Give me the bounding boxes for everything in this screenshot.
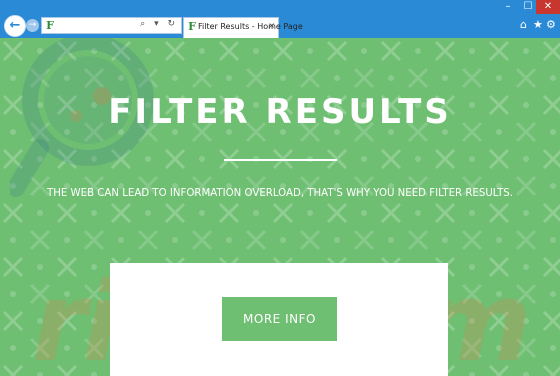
settings-gear-icon[interactable]: ⚙ (546, 18, 556, 31)
back-button[interactable]: ← (4, 15, 26, 37)
watermark-magnifier-icon (10, 38, 154, 197)
title-divider (224, 159, 337, 161)
forward-button[interactable]: → (26, 19, 39, 32)
address-bar-icons[interactable]: ⌕ ▾ ↻ (140, 19, 178, 29)
tab-filter-results[interactable]: F Filter Results - Home Page × (183, 17, 303, 38)
close-window-button[interactable]: ✕ (536, 0, 560, 14)
minimize-button[interactable]: – (498, 0, 518, 14)
address-bar[interactable]: F ⌕ ▾ ↻ (41, 17, 182, 34)
window-titlebar (0, 0, 560, 14)
maximize-button[interactable]: ☐ (518, 0, 538, 14)
page-viewport: risk.com FILTER RESULTS THE WEB CAN LEAD… (0, 38, 560, 376)
home-icon[interactable]: ⌂ (520, 18, 527, 31)
more-info-button[interactable]: MORE INFO (222, 297, 337, 341)
favorites-star-icon[interactable]: ★ (533, 18, 543, 31)
tab-close-icon[interactable]: × (268, 21, 275, 30)
cta-panel: MORE INFO (110, 263, 448, 376)
site-favicon-icon: F (46, 19, 54, 32)
tab-favicon-icon: F (188, 20, 196, 33)
page-title: FILTER RESULTS (108, 92, 452, 132)
tab-title: Filter Results - Home Page (198, 22, 303, 31)
page-tagline: THE WEB CAN LEAD TO INFORMATION OVERLOAD… (47, 188, 513, 199)
